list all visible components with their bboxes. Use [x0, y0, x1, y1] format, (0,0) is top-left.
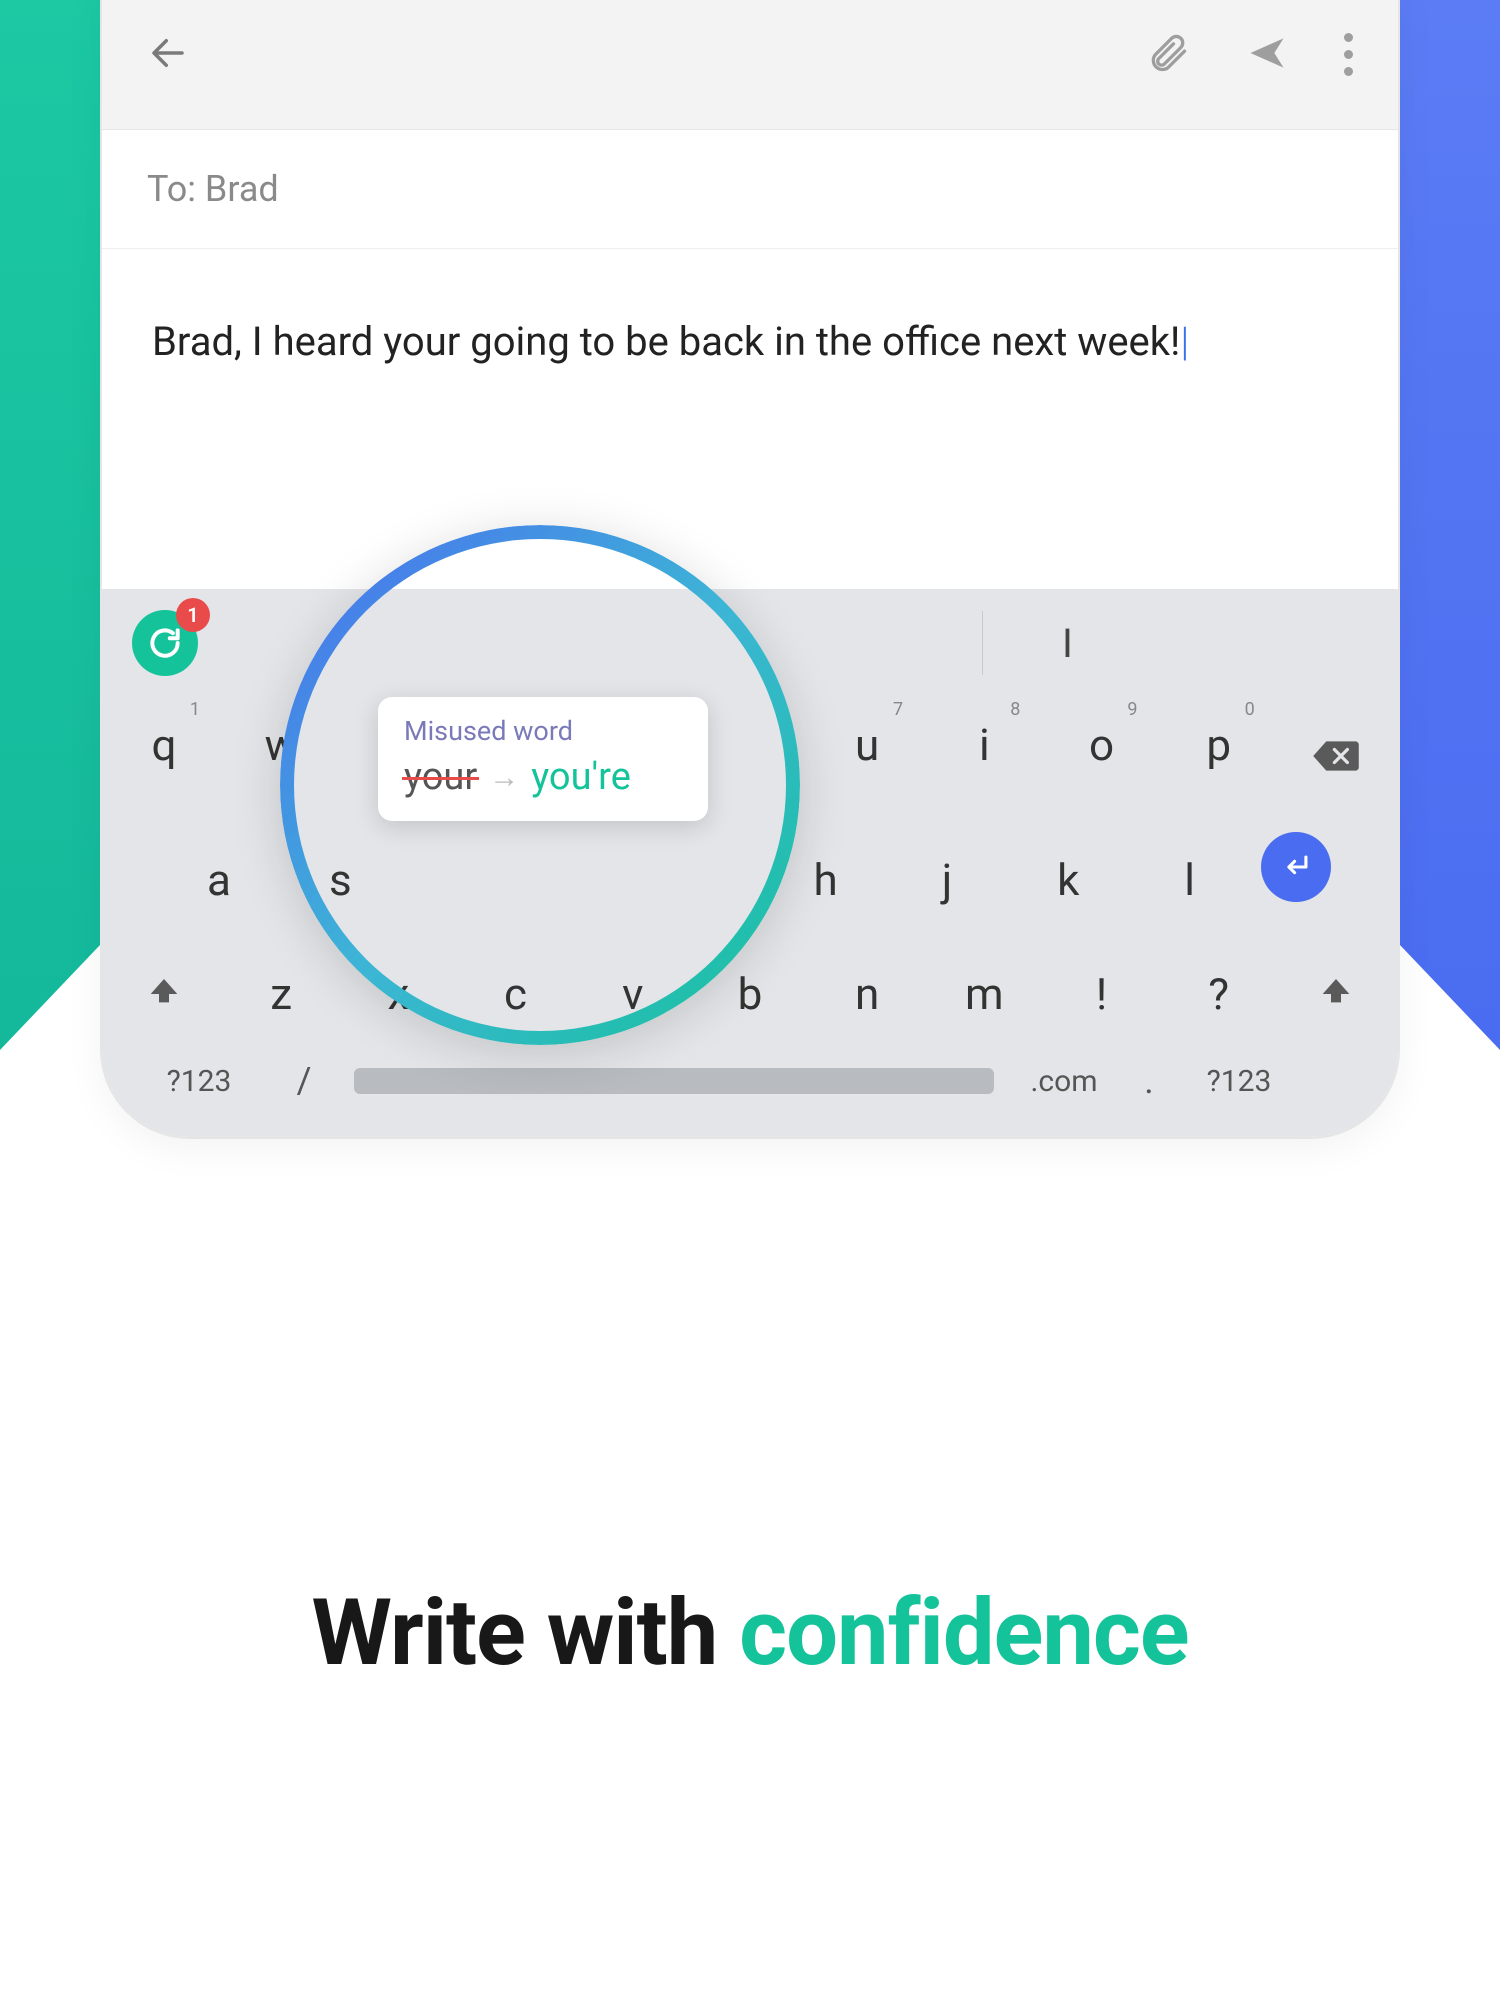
keyboard-row-2: a s h j k l — [114, 832, 1386, 928]
text-cursor: | — [1180, 318, 1189, 365]
key-z[interactable]: z — [231, 946, 331, 1042]
key-x[interactable]: x — [348, 946, 448, 1042]
keyboard-bottom-row: ?123 / .com . ?123 — [114, 1060, 1386, 1102]
key-l[interactable]: l — [1140, 832, 1240, 928]
shift-key-left[interactable] — [114, 946, 214, 1042]
keyboard-row-3: z x c v b n m ! ? — [114, 946, 1386, 1042]
key-s[interactable]: s — [290, 832, 390, 928]
key-u[interactable]: u7 — [817, 697, 917, 814]
key-m[interactable]: m — [934, 946, 1034, 1042]
period-key[interactable]: . — [1134, 1060, 1164, 1102]
key-q[interactable]: q1 — [114, 697, 214, 814]
to-prefix: To: — [147, 168, 205, 210]
key-w[interactable]: w — [231, 697, 331, 814]
key-i[interactable]: i8 — [934, 697, 1034, 814]
key-question[interactable]: ? — [1169, 946, 1269, 1042]
email-body-text: Brad, I heard your going to be back in t… — [152, 318, 1180, 365]
grammarly-badge[interactable]: 1 — [132, 610, 198, 676]
arrow-icon: → — [489, 760, 519, 795]
to-recipient: Brad — [205, 168, 279, 210]
key-h[interactable]: h — [776, 832, 876, 928]
backspace-key[interactable] — [1286, 697, 1386, 814]
compose-toolbar — [102, 0, 1398, 130]
send-icon[interactable] — [1245, 31, 1289, 79]
key-b[interactable]: b — [700, 946, 800, 1042]
key-y[interactable] — [700, 697, 800, 814]
symbols-key-right[interactable]: ?123 — [1184, 1064, 1294, 1099]
more-icon[interactable] — [1344, 33, 1353, 76]
suggestion-divider — [982, 611, 983, 675]
suggestion-bar: 1 I — [102, 589, 1398, 697]
popup-wrong-word: your — [404, 755, 477, 799]
key-v[interactable]: v — [583, 946, 683, 1042]
symbols-key-left[interactable]: ?123 — [144, 1064, 254, 1099]
key-c[interactable]: c — [466, 946, 566, 1042]
correction-popup[interactable]: Misused word your → you're — [378, 697, 708, 821]
key-j[interactable]: j — [897, 832, 997, 928]
headline-part1: Write with — [311, 1580, 739, 1687]
back-icon[interactable] — [147, 59, 189, 78]
suggestion-count-badge: 1 — [176, 598, 210, 632]
key-f[interactable] — [533, 832, 633, 928]
keyboard-row-1: q1 w e3 r4 t5 u7 i8 o9 p0 — [114, 697, 1386, 814]
phone-frame: To: Brad Brad, I heard your going to be … — [100, 0, 1400, 1139]
email-body[interactable]: Brad, I heard your going to be back in t… — [102, 249, 1398, 589]
shift-key-right[interactable] — [1286, 946, 1386, 1042]
key-k[interactable]: k — [1018, 832, 1118, 928]
marketing-headline: Write with confidence — [0, 1580, 1500, 1687]
to-field[interactable]: To: Brad — [102, 130, 1398, 249]
key-a[interactable]: a — [169, 832, 269, 928]
dotcom-key[interactable]: .com — [1014, 1064, 1114, 1099]
key-p[interactable]: p0 — [1169, 697, 1269, 814]
slash-key[interactable]: / — [274, 1060, 334, 1102]
key-o[interactable]: o9 — [1052, 697, 1152, 814]
key-exclaim[interactable]: ! — [1052, 946, 1152, 1042]
headline-accent: confidence — [739, 1580, 1188, 1687]
key-n[interactable]: n — [817, 946, 917, 1042]
key-g[interactable] — [654, 832, 754, 928]
suggestion-word[interactable]: I — [1062, 589, 1073, 697]
enter-key[interactable] — [1261, 832, 1331, 902]
spacebar[interactable] — [354, 1068, 994, 1094]
keyboard: 1 I q1 w e3 r4 t5 u7 i8 o9 p0 — [102, 589, 1398, 1137]
key-d[interactable] — [412, 832, 512, 928]
popup-title: Misused word — [404, 715, 682, 747]
attachment-icon[interactable] — [1146, 31, 1190, 79]
popup-correct-word: you're — [531, 755, 631, 799]
